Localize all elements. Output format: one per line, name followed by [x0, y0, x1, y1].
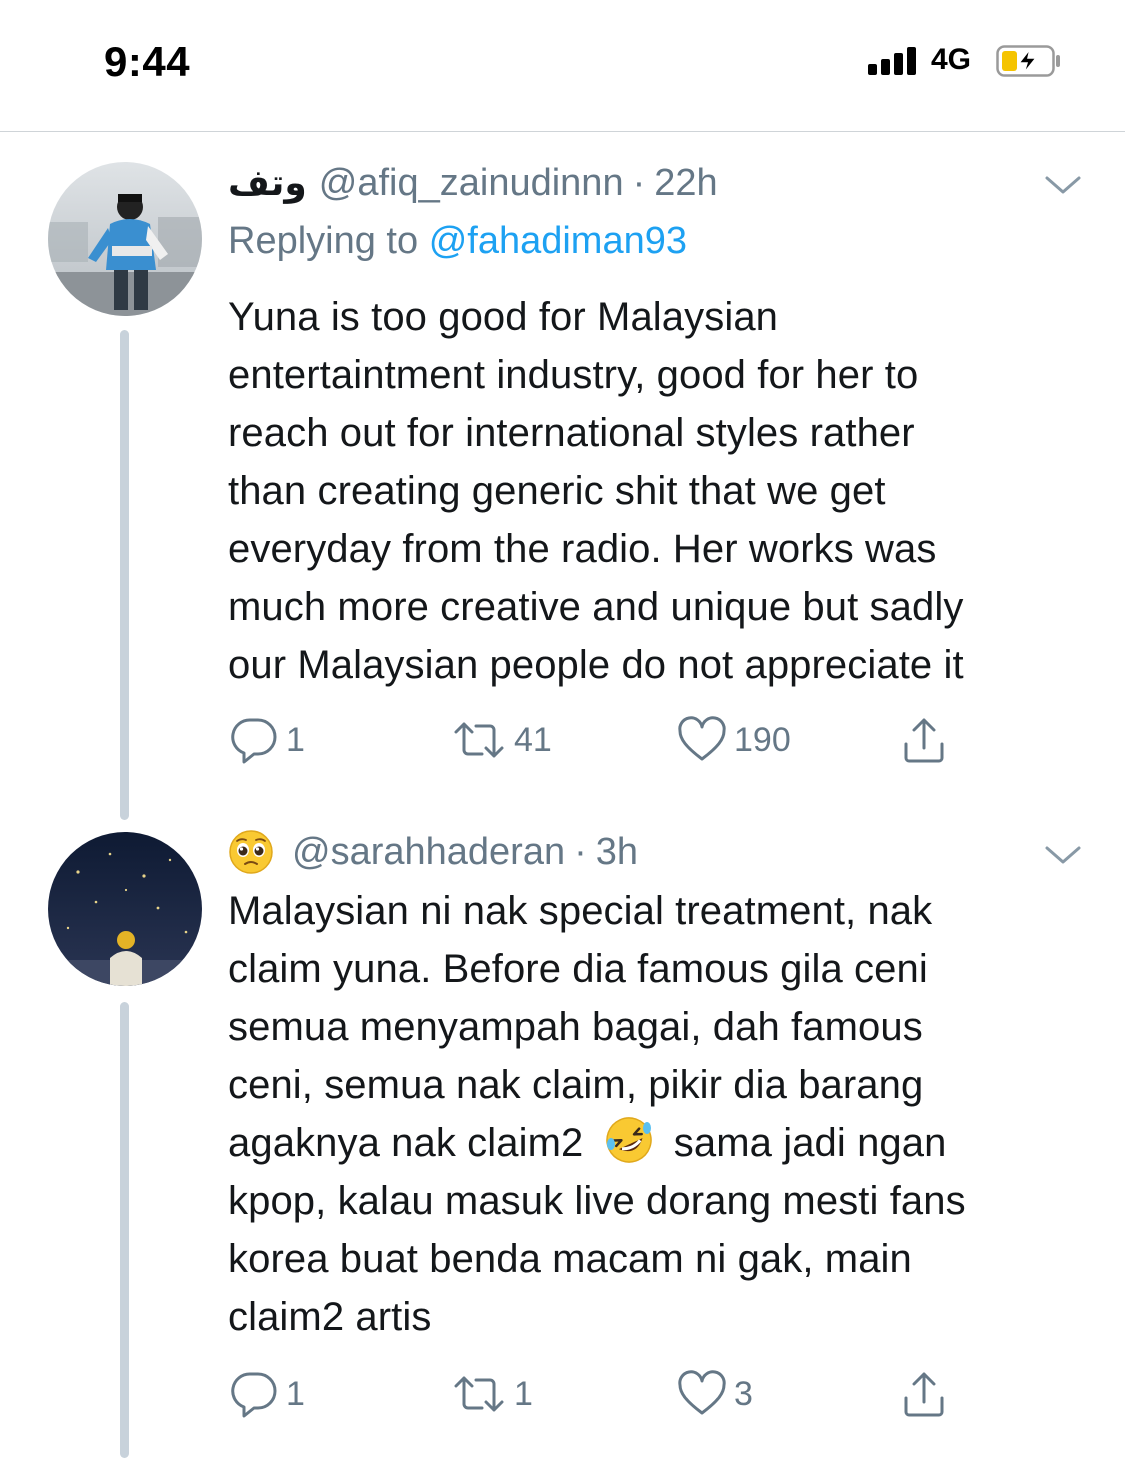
text-line: Yuna is too good for Malaysian: [228, 295, 779, 339]
like-button[interactable]: 3: [676, 1366, 753, 1422]
text-line: our Malaysian people do not appreciate i…: [228, 643, 964, 687]
retweet-button[interactable]: 41: [450, 712, 552, 768]
like-count: 190: [734, 720, 791, 759]
reply-icon: [231, 718, 277, 764]
text-line: semua menyampah bagai, dah famous: [228, 1005, 923, 1049]
text-line: kpop, kalau masuk live dorang mesti fans: [228, 1179, 966, 1223]
avatar[interactable]: [48, 832, 202, 986]
reply-icon: [231, 1372, 277, 1418]
network-type: 4G: [931, 43, 972, 76]
text-line: claim yuna. Before dia famous gila ceni: [228, 947, 928, 991]
replying-mention[interactable]: @fahadiman93: [429, 220, 687, 262]
heart-icon: [678, 716, 726, 761]
handle[interactable]: @afiq_zainudinnn: [319, 162, 624, 205]
reply-count: 1: [286, 720, 305, 759]
retweet-button[interactable]: 1: [450, 1366, 533, 1422]
like-count: 3: [734, 1374, 753, 1413]
retweet-icon: [454, 722, 504, 758]
handle[interactable]: @sarahhaderan: [292, 831, 565, 874]
text-line: Malaysian ni nak special treatment, nak: [228, 889, 933, 933]
share-button[interactable]: [898, 1366, 950, 1422]
tweet-text: Malaysian ni nak special treatment, nak …: [228, 882, 1098, 1346]
tweet-time: 22h: [654, 161, 718, 204]
share-icon: [904, 718, 944, 763]
tweet-actions: 1 41 190: [228, 712, 988, 768]
text-line: entertaintment industry, good for her to: [228, 353, 919, 397]
status-bar: 9:44 4G: [0, 0, 1125, 132]
retweet-count: 41: [514, 720, 552, 759]
cellular-signal-icon: [868, 47, 920, 75]
thread-line: [120, 330, 129, 820]
replying-to: Replying to @fahadiman93: [228, 220, 687, 263]
thread-line: [120, 1002, 129, 1458]
reply-button[interactable]: 1: [228, 1366, 305, 1422]
retweet-count: 1: [514, 1374, 533, 1413]
separator-dot: ·: [574, 830, 587, 873]
reply-count: 1: [286, 1374, 305, 1413]
text-line-with-emoji: agaknya nak claim2 sama jadi ngan: [228, 1114, 1098, 1172]
text-line: reach out for international styles rathe…: [228, 411, 915, 455]
reply-button[interactable]: 1: [228, 712, 305, 768]
tweet-header: وتف @afiq_zainudinnn · 22h: [228, 158, 718, 208]
battery-charging-icon: [996, 45, 1060, 77]
avatar[interactable]: [48, 162, 202, 316]
like-button[interactable]: 190: [676, 712, 791, 768]
replying-prefix: Replying to: [228, 220, 419, 262]
text-line: claim2 artis: [228, 1295, 432, 1339]
text-line: ceni, semua nak claim, pikir dia barang: [228, 1063, 924, 1107]
tweet-time: 3h: [595, 830, 639, 873]
text-segment: sama jadi ngan: [673, 1121, 947, 1165]
text-line: korea buat benda macam ni gak, main: [228, 1237, 912, 1281]
tweet-header: @sarahhaderan · 3h: [228, 826, 638, 878]
chevron-down-icon[interactable]: [1044, 174, 1082, 196]
separator-dot: ·: [632, 161, 646, 204]
retweet-icon: [454, 1376, 504, 1412]
status-time: 9:44: [104, 38, 191, 85]
pleading-face-emoji: [229, 830, 273, 874]
text-segment: agaknya nak claim2: [228, 1121, 584, 1165]
tweet-actions: 1 1 3: [228, 1366, 988, 1422]
rolling-on-floor-laughing-emoji: [605, 1117, 652, 1163]
heart-icon: [678, 1370, 726, 1415]
share-icon: [904, 1372, 944, 1417]
share-button[interactable]: [898, 712, 950, 768]
chevron-down-icon[interactable]: [1044, 844, 1082, 866]
text-line: than creating generic shit that we get: [228, 469, 886, 513]
text-line: much more creative and unique but sadly: [228, 585, 964, 629]
tweet-text: Yuna is too good for Malaysian entertain…: [228, 288, 1098, 694]
text-line: everyday from the radio. Her works was: [228, 527, 937, 571]
display-name[interactable]: وتف: [228, 162, 307, 204]
